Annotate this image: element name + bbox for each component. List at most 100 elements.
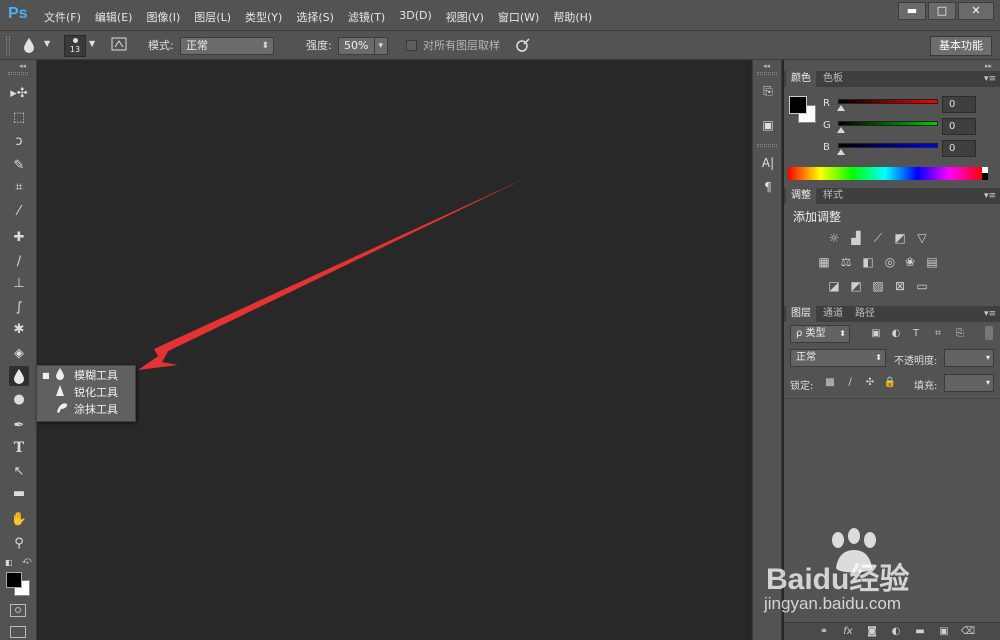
- red-slider-thumb[interactable]: [837, 105, 845, 111]
- green-slider[interactable]: [838, 121, 938, 126]
- panel-menu-icon[interactable]: ▾≡: [984, 188, 996, 204]
- tab-paths[interactable]: 路径: [850, 306, 880, 322]
- red-value-input[interactable]: 0: [942, 96, 976, 113]
- tab-styles[interactable]: 样式: [818, 188, 848, 204]
- fill-input[interactable]: ▾: [944, 374, 994, 392]
- green-value-input[interactable]: 0: [942, 118, 976, 135]
- flyout-item-smudge[interactable]: 涂抹工具: [37, 401, 137, 418]
- add-mask-icon[interactable]: ◙: [864, 624, 880, 640]
- chevron-down-icon[interactable]: ▼: [44, 39, 50, 48]
- adjustment-layer-icon[interactable]: ◐: [888, 624, 904, 640]
- lock-pixels-icon[interactable]: ∕: [842, 375, 858, 391]
- link-layers-icon[interactable]: ⚭: [816, 624, 832, 640]
- menu-window[interactable]: 窗口(W): [498, 9, 539, 25]
- new-group-icon[interactable]: ▬: [912, 624, 928, 640]
- lock-position-icon[interactable]: ✣: [862, 375, 878, 391]
- red-slider[interactable]: [838, 99, 938, 104]
- menu-filter[interactable]: 滤镜(T): [348, 9, 385, 25]
- sample-all-checkbox[interactable]: [406, 40, 417, 51]
- hue-saturation-icon[interactable]: ▦: [816, 254, 832, 270]
- menu-image[interactable]: 图像(I): [146, 9, 180, 25]
- default-colors-icon[interactable]: ◧: [5, 558, 13, 567]
- photo-filter-icon[interactable]: ◎: [882, 254, 898, 270]
- channel-mixer-icon[interactable]: ❀: [902, 254, 918, 270]
- blur-tool-preset-icon[interactable]: [22, 37, 36, 56]
- levels-icon[interactable]: ▟: [848, 230, 864, 246]
- flyout-item-blur[interactable]: ■ 模糊工具: [37, 367, 137, 384]
- zoom-tool-icon[interactable]: ⚲: [9, 534, 29, 554]
- exposure-icon[interactable]: ◩: [892, 230, 908, 246]
- filter-pixel-icon[interactable]: ▣: [868, 326, 884, 342]
- close-button[interactable]: ✕: [958, 2, 994, 20]
- black-white-icon[interactable]: ◧: [860, 254, 876, 270]
- foreground-color-swatch[interactable]: [789, 96, 807, 114]
- dodge-tool-icon[interactable]: ●: [9, 390, 29, 410]
- menu-edit[interactable]: 编辑(E): [95, 9, 133, 25]
- panel-menu-icon[interactable]: ▾≡: [984, 71, 996, 87]
- color-balance-icon[interactable]: ⚖: [838, 254, 854, 270]
- blur-tool-icon[interactable]: [9, 366, 29, 386]
- invert-icon[interactable]: ◪: [826, 278, 842, 294]
- grip-handle[interactable]: [757, 72, 777, 75]
- panel-menu-icon[interactable]: ▾≡: [984, 306, 996, 322]
- maximize-button[interactable]: □: [928, 2, 956, 20]
- collapse-icon[interactable]: ◂◂: [19, 62, 26, 70]
- menu-layer[interactable]: 图层(L): [194, 9, 231, 25]
- rectangle-tool-icon[interactable]: ▬: [9, 484, 29, 504]
- filter-adjustment-icon[interactable]: ◐: [888, 326, 904, 342]
- pen-tool-icon[interactable]: ✒: [9, 416, 29, 436]
- green-slider-thumb[interactable]: [837, 127, 845, 133]
- tab-adjustments[interactable]: 调整: [786, 188, 816, 204]
- move-tool-icon[interactable]: ▸✣: [9, 84, 29, 104]
- eyedropper-tool-icon[interactable]: ⁄: [9, 202, 29, 222]
- mode-select[interactable]: 正常 ⬍: [180, 37, 274, 55]
- layer-filter-select[interactable]: ρ 类型 ⬍: [790, 325, 850, 343]
- threshold-icon[interactable]: ▨: [870, 278, 886, 294]
- tab-channels[interactable]: 通道: [818, 306, 848, 322]
- filter-smart-object-icon[interactable]: ⎘: [952, 326, 968, 342]
- lasso-tool-icon[interactable]: ↄ: [9, 132, 29, 152]
- menu-select[interactable]: 选择(S): [296, 9, 334, 25]
- grip-handle[interactable]: [757, 144, 777, 147]
- menu-view[interactable]: 视图(V): [446, 9, 484, 25]
- brush-panel-icon[interactable]: [111, 36, 127, 55]
- hand-tool-icon[interactable]: ✋: [9, 510, 29, 530]
- posterize-icon[interactable]: ◩: [848, 278, 864, 294]
- menu-3d[interactable]: 3D(D): [399, 9, 432, 25]
- history-panel-icon[interactable]: ⎘: [759, 84, 777, 102]
- type-tool-icon[interactable]: T: [9, 438, 29, 458]
- black-swatch[interactable]: [982, 173, 988, 180]
- healing-brush-tool-icon[interactable]: ✚: [9, 228, 29, 248]
- lock-transparency-icon[interactable]: ▩: [822, 375, 838, 391]
- trash-icon[interactable]: ⌫: [960, 624, 976, 640]
- blue-value-input[interactable]: 0: [942, 140, 976, 157]
- new-layer-icon[interactable]: ▣: [936, 624, 952, 640]
- workspace-button[interactable]: 基本功能: [930, 36, 992, 56]
- quick-mask-icon[interactable]: [10, 604, 26, 617]
- paragraph-panel-icon[interactable]: ¶: [759, 180, 777, 198]
- eraser-tool-icon[interactable]: ✱: [9, 320, 29, 340]
- color-spectrum-bar[interactable]: [788, 167, 988, 180]
- tab-layers[interactable]: 图层: [786, 306, 816, 322]
- character-panel-icon[interactable]: A|: [759, 156, 777, 174]
- quick-select-tool-icon[interactable]: ✎: [9, 156, 29, 176]
- path-select-tool-icon[interactable]: ↖: [9, 462, 29, 482]
- selective-color-icon[interactable]: ⊠: [892, 278, 908, 294]
- grip-handle[interactable]: [6, 36, 10, 56]
- collapse-icon[interactable]: ▸▸: [985, 62, 992, 70]
- menu-type[interactable]: 类型(Y): [245, 9, 282, 25]
- vibrance-icon[interactable]: ▽: [914, 230, 930, 246]
- curves-icon[interactable]: ⟋: [870, 230, 886, 246]
- properties-panel-icon[interactable]: ▣: [759, 118, 777, 136]
- history-brush-tool-icon[interactable]: ∫: [9, 298, 29, 318]
- clone-stamp-tool-icon[interactable]: ⊥: [9, 274, 29, 294]
- filter-shape-icon[interactable]: ⌗: [930, 326, 946, 342]
- strength-input[interactable]: 50% ▾: [338, 37, 388, 55]
- swap-colors-icon[interactable]: ⤽: [22, 556, 32, 566]
- fx-icon[interactable]: fx: [840, 624, 856, 640]
- grip-handle[interactable]: [8, 72, 28, 75]
- blend-mode-select[interactable]: 正常 ⬍: [790, 349, 886, 367]
- marquee-tool-icon[interactable]: ⬚: [9, 108, 29, 128]
- expand-icon[interactable]: ◂◂: [763, 62, 770, 70]
- blue-slider-thumb[interactable]: [837, 149, 845, 155]
